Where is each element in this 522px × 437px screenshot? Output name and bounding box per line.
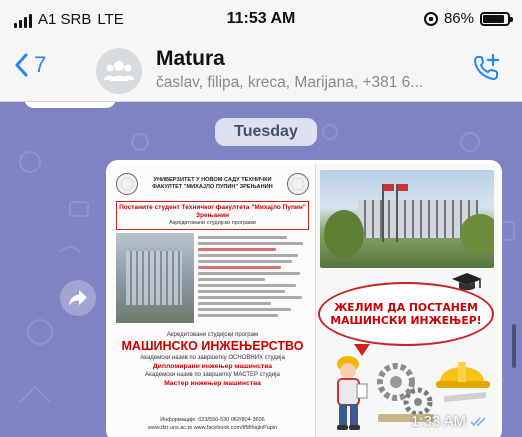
unread-count: 7	[34, 52, 47, 77]
poster-web: www.tfzr.uns.ac.rs www.facebook.com/tfMi…	[147, 425, 278, 431]
phone-plus-icon	[474, 53, 500, 80]
faculty-building-photo	[320, 170, 494, 268]
forward-button[interactable]	[60, 280, 96, 316]
poster-headline-box: Постаните студент Техничког факултета "М…	[116, 201, 309, 230]
poster-degree-basic-title: Дипломирани инжењер машинства	[152, 363, 273, 370]
add-call-button[interactable]	[472, 52, 502, 87]
chat-title-block[interactable]: Matura časlav, filipa, kreca, Marijana, …	[156, 46, 423, 94]
previous-message-bubble	[24, 102, 116, 108]
back-button[interactable]: 7	[14, 52, 46, 78]
group-avatar[interactable]	[96, 48, 142, 94]
faculty-logo-icon	[287, 173, 309, 195]
message-time: 1:33 AM	[411, 413, 488, 430]
poster-subtitle: Акредитовани студијски програми	[169, 220, 256, 226]
read-receipt-icon	[470, 417, 486, 427]
poster-footer: Информације: 023/550-530 062/804-3606 ww…	[116, 416, 309, 432]
poster-headline: Постаните студент Техничког факултета "М…	[119, 204, 306, 219]
poster-header: УНИВЕРЗИТЕТ У НОВОМ САДУ ТЕХНИЧКИ ФАКУЛТ…	[116, 170, 309, 198]
poster-degree-basic: Академски назив по завршетку ОСНОВНИХ ст…	[140, 355, 285, 361]
speech-line-2: МАШИНСКИ ИНЖЕЊЕР!	[330, 314, 482, 327]
university-seal-icon	[116, 173, 138, 195]
participants-list: časlav, filipa, kreca, Marijana, +381 6.…	[156, 74, 424, 91]
poster-contact: Информације: 023/550-530 062/804-3606	[160, 417, 265, 423]
battery-icon	[480, 11, 513, 26]
chat-area[interactable]: Tuesday УНИВЕРЗИТЕТ У НОВОМ САДУ ТЕХНИЧК…	[0, 102, 522, 437]
group-icon	[104, 61, 134, 81]
scrollbar[interactable]	[512, 324, 516, 368]
image-right-panel: ЖЕЛИМ ДА ПОСТАНЕМ МАШИНСКИ ИНЖЕЊЕР! 1:33…	[316, 164, 498, 437]
poster-photo	[116, 233, 194, 323]
status-bar: A1 SRB LTE 11:53 AM 86%	[0, 0, 522, 38]
poster-flyer: УНИВЕРЗИТЕТ У НОВОМ САДУ ТЕХНИЧКИ ФАКУЛТ…	[110, 164, 316, 437]
poster-programs	[116, 233, 309, 325]
poster-program-list	[198, 233, 309, 325]
hard-hat-illustration	[436, 362, 490, 402]
day-separator: Tuesday	[215, 118, 317, 146]
message-time-label: 1:33 AM	[410, 413, 466, 430]
poster-program-name: МАШИНСКО ИНЖЕЊЕРСТВО	[121, 339, 304, 353]
poster-program-section: Акредитовани студијски програм МАШИНСКО …	[116, 331, 309, 388]
orientation-lock-icon	[423, 11, 438, 26]
engineer-illustration	[337, 356, 368, 430]
image-message-bubble[interactable]: УНИВЕРЗИТЕТ У НОВОМ САДУ ТЕХНИЧКИ ФАКУЛТ…	[106, 160, 502, 437]
chevron-left-icon	[15, 53, 28, 77]
status-right: 86%	[423, 10, 513, 27]
chat-title: Matura	[156, 47, 225, 70]
chat-header: 7 Matura časlav, filipa, kreca, Marijana…	[0, 38, 522, 102]
speech-bubble: ЖЕЛИМ ДА ПОСТАНЕМ МАШИНСКИ ИНЖЕЊЕР!	[318, 282, 494, 356]
battery-percent: 86%	[443, 10, 474, 27]
poster-degree-master: Академски назив по завршетку МАСТЕР студ…	[145, 372, 280, 378]
forward-icon	[69, 290, 87, 306]
attached-image[interactable]: УНИВЕРЗИТЕТ У НОВОМ САДУ ТЕХНИЧКИ ФАКУЛТ…	[110, 164, 498, 437]
poster-program-intro: Акредитовани студијски програм	[166, 332, 259, 338]
poster-university: УНИВЕРЗИТЕТ У НОВОМ САДУ ТЕХНИЧКИ ФАКУЛТ…	[152, 177, 273, 190]
poster-degree-master-title: Мастер инжењер машинства	[164, 380, 261, 387]
speech-line-1: ЖЕЛИМ ДА ПОСТАНЕМ	[334, 301, 478, 314]
